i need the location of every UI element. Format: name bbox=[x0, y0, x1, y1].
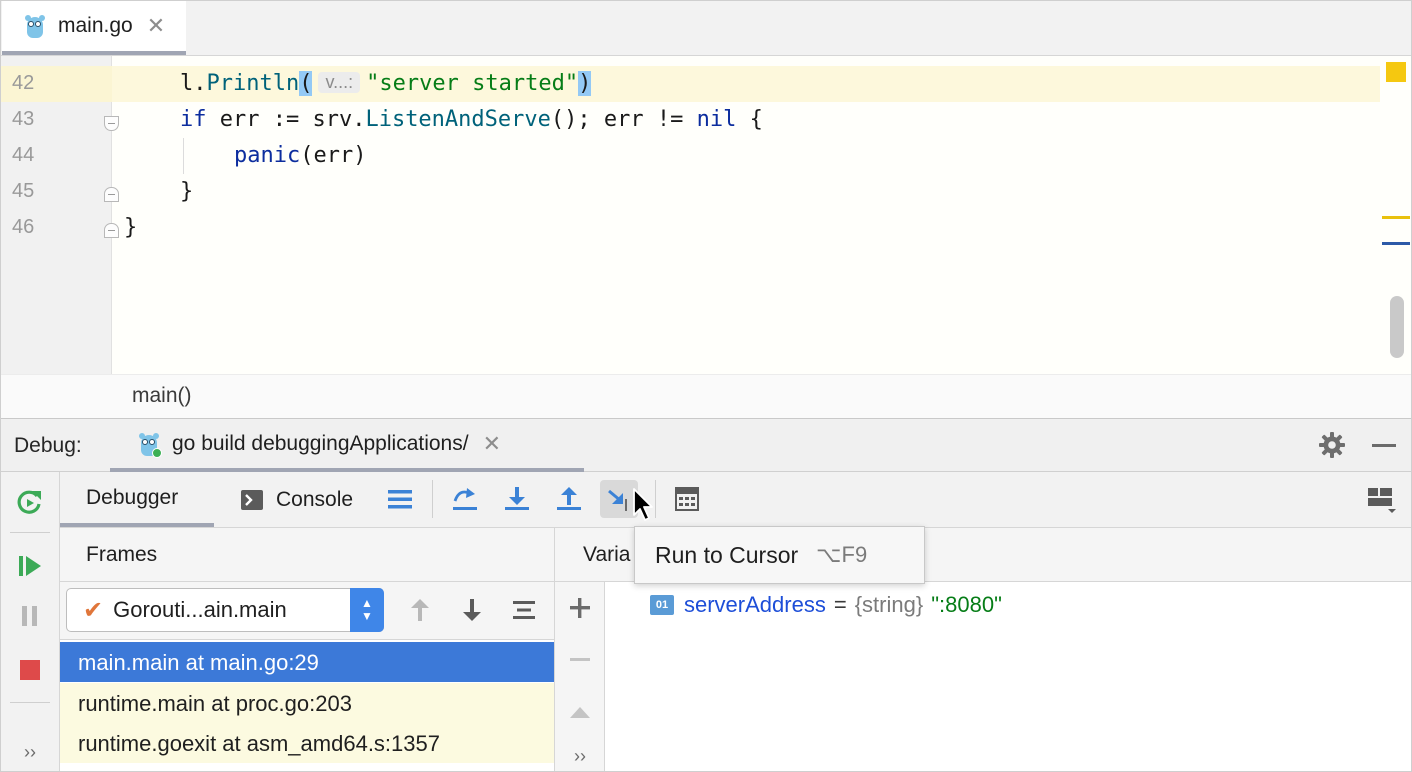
frame-row[interactable]: runtime.main at proc.go:203 bbox=[60, 683, 554, 723]
editor-tab-bar: main.go ✕ bbox=[0, 0, 1412, 56]
run-config-tab[interactable]: go build debuggingApplications/ ✕ bbox=[110, 419, 584, 472]
remove-watch-icon[interactable] bbox=[566, 646, 594, 674]
variable-name: serverAddress bbox=[684, 592, 826, 617]
editor-tab-main-go[interactable]: main.go ✕ bbox=[2, 0, 186, 55]
go-file-icon bbox=[24, 13, 46, 39]
arrow-down-icon[interactable] bbox=[456, 594, 488, 626]
minimize-icon[interactable] bbox=[1372, 444, 1396, 447]
debugger-toolbar: Debugger Console bbox=[60, 472, 1412, 528]
code-line-42: l.Println(v...: "server started") bbox=[180, 71, 592, 96]
console-icon bbox=[241, 489, 263, 510]
close-icon[interactable]: ✕ bbox=[483, 431, 501, 457]
frames-toolbar: ✔ Gorouti...ain.main ▲ ▼ bbox=[60, 582, 554, 640]
layout-settings-icon[interactable] bbox=[1362, 480, 1400, 518]
debug-side-toolbar: ›› bbox=[0, 472, 60, 772]
show-execution-point-icon[interactable] bbox=[381, 480, 419, 518]
go-run-icon bbox=[138, 431, 162, 458]
more-icon[interactable]: ›› bbox=[14, 736, 46, 768]
code-line-45: } bbox=[180, 179, 194, 204]
move-up-icon[interactable] bbox=[566, 698, 594, 726]
more-icon[interactable]: ›› bbox=[566, 742, 594, 770]
mouse-pointer-icon bbox=[633, 488, 653, 521]
gear-icon[interactable] bbox=[1318, 431, 1346, 459]
variables-side-toolbar: ›› bbox=[555, 582, 605, 772]
inspection-status-icon[interactable] bbox=[1386, 62, 1406, 82]
run-to-cursor-tooltip: Run to Cursor ⌥F9 bbox=[634, 526, 925, 584]
filter-frames-icon[interactable] bbox=[508, 594, 540, 626]
checkmark-icon: ✔ bbox=[83, 596, 104, 624]
tooltip-shortcut: ⌥F9 bbox=[816, 542, 868, 567]
goroutine-select[interactable]: ✔ Gorouti...ain.main ▲ ▼ bbox=[66, 588, 384, 632]
fold-open-icon[interactable] bbox=[104, 116, 119, 131]
editor-tab-label: main.go bbox=[58, 13, 133, 37]
close-icon[interactable]: ✕ bbox=[147, 13, 165, 39]
frame-row[interactable]: main.main at main.go:29 bbox=[60, 642, 554, 682]
tab-console[interactable]: Console bbox=[240, 472, 353, 527]
breadcrumb: main() bbox=[0, 374, 1412, 418]
debug-toolwindow-header: Debug: go build debuggingApplications/ ✕ bbox=[0, 418, 1412, 472]
frame-row[interactable]: runtime.goexit at asm_amd64.s:1357 bbox=[60, 723, 554, 763]
parameter-hint: v...: bbox=[318, 72, 361, 93]
pause-icon[interactable] bbox=[14, 600, 46, 632]
frames-panel: Frames ✔ Gorouti...ain.main ▲ ▼ main.main… bbox=[60, 528, 555, 772]
code-line-44: panic(err) bbox=[234, 143, 367, 168]
resume-icon[interactable] bbox=[14, 550, 46, 582]
editor-gutter[interactable]: 42 43 44 45 46 bbox=[0, 56, 112, 374]
line-number: 44 bbox=[12, 144, 35, 166]
variable-row[interactable]: 01 serverAddress = {string} ":8080" bbox=[650, 592, 1002, 618]
line-number: 46 bbox=[12, 216, 35, 238]
goroutine-select-value: Gorouti...ain.main bbox=[113, 597, 287, 622]
variable-type: {string} bbox=[854, 592, 924, 617]
variables-title: Varia bbox=[583, 543, 631, 566]
line-number: 42 bbox=[12, 72, 35, 94]
warning-marker[interactable] bbox=[1382, 216, 1410, 219]
breadcrumb-item[interactable]: main() bbox=[132, 384, 192, 408]
frames-header: Frames bbox=[60, 528, 554, 582]
caret-marker[interactable] bbox=[1382, 242, 1410, 245]
step-out-icon[interactable] bbox=[550, 480, 588, 518]
line-number: 43 bbox=[12, 108, 35, 130]
string-field-icon: 01 bbox=[650, 595, 674, 615]
evaluate-expression-icon[interactable] bbox=[668, 480, 706, 518]
stop-icon[interactable] bbox=[14, 654, 46, 686]
line-number: 45 bbox=[12, 180, 35, 202]
tooltip-text: Run to Cursor bbox=[655, 541, 799, 568]
run-config-label: go build debuggingApplications/ bbox=[172, 431, 469, 455]
tab-console-label: Console bbox=[276, 487, 354, 511]
fold-end-icon[interactable] bbox=[104, 187, 119, 202]
step-into-icon[interactable] bbox=[498, 480, 536, 518]
code-line-46: } bbox=[124, 215, 138, 240]
select-arrows-icon[interactable]: ▲ ▼ bbox=[350, 588, 384, 632]
frames-title: Frames bbox=[86, 543, 158, 566]
arrow-up-icon[interactable] bbox=[404, 594, 436, 626]
editor-scrollbar[interactable] bbox=[1390, 296, 1404, 358]
add-watch-icon[interactable] bbox=[566, 594, 594, 622]
variable-value: ":8080" bbox=[931, 592, 1002, 617]
code-editor[interactable]: 42 43 44 45 46 l.Println(v...: "server st… bbox=[0, 56, 1412, 374]
tab-debugger[interactable]: Debugger bbox=[60, 472, 214, 527]
step-over-icon[interactable] bbox=[446, 480, 484, 518]
code-line-43: if err := srv.ListenAndServe(); err != n… bbox=[180, 107, 763, 132]
rerun-icon[interactable] bbox=[14, 486, 46, 518]
debug-title: Debug: bbox=[14, 434, 82, 457]
fold-end-icon[interactable] bbox=[104, 223, 119, 238]
